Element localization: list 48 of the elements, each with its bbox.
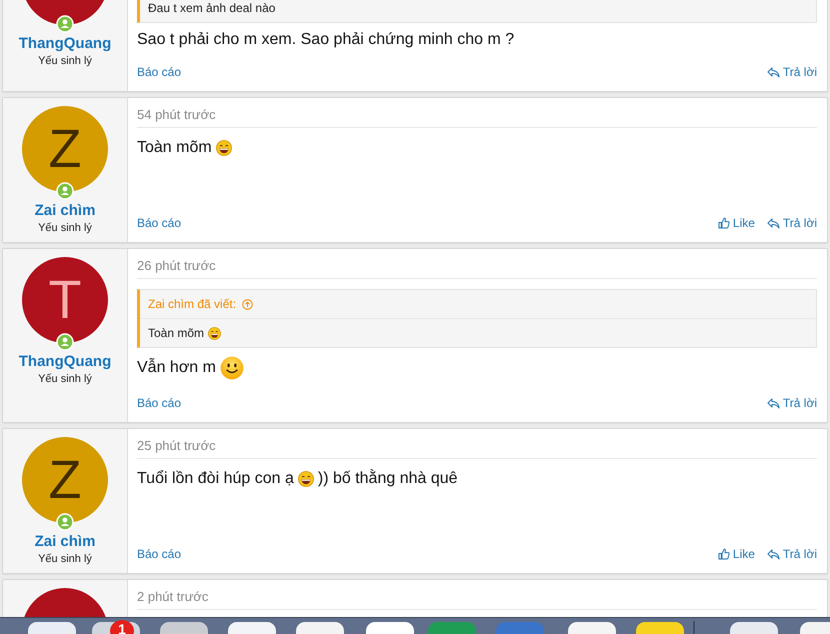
avatar-letter: Z: [48, 122, 82, 176]
post-date: 54 phút trước: [137, 107, 817, 128]
post-date: 26 phút trước: [137, 258, 817, 279]
username-link[interactable]: ThangQuang: [18, 353, 112, 370]
report-link[interactable]: Báo cáo: [137, 65, 182, 79]
avatar-letter: T: [48, 273, 82, 327]
online-status-icon: [56, 513, 74, 531]
online-status-icon: [56, 15, 74, 33]
laughing-emoji-icon: [216, 140, 232, 156]
reply-icon: [766, 398, 780, 408]
online-status-icon: [56, 333, 74, 351]
post-message: Vẫn hơn m: [137, 359, 216, 377]
thumbs-up-icon: [718, 217, 730, 229]
username-link[interactable]: ThangQuang: [18, 35, 112, 52]
laughing-emoji-icon: [208, 326, 222, 340]
user-title: Yếu sinh lý: [38, 55, 92, 67]
report-link[interactable]: Báo cáo: [137, 547, 182, 561]
like-link[interactable]: Like: [718, 547, 755, 561]
post-date: 2 phút trước: [137, 589, 817, 610]
quote-text: Đau t xem ảnh deal nào: [148, 1, 276, 15]
username-link[interactable]: Zai chìm: [34, 533, 96, 550]
user-title: Yếu sinh lý: [38, 553, 92, 565]
reply-icon: [766, 548, 780, 560]
reply-link[interactable]: Trả lời: [766, 216, 817, 230]
laughing-emoji-icon: [298, 471, 314, 487]
like-link[interactable]: Like: [718, 216, 755, 230]
username-link[interactable]: Zai chìm: [34, 202, 96, 219]
thumbs-up-icon: [718, 548, 730, 560]
user-title: Yếu sinh lý: [38, 222, 92, 234]
reply-icon: [766, 66, 780, 78]
post-message: Toàn mõm: [137, 139, 212, 157]
arrow-up-circle-icon[interactable]: [242, 298, 254, 310]
user-title: Yếu sinh lý: [38, 373, 92, 385]
reply-link[interactable]: Trả lời: [766, 65, 817, 79]
report-link[interactable]: Báo cáo: [137, 216, 182, 230]
post-message: Sao t phải cho m xem. Sao phải chứng minh cho m ?: [137, 31, 514, 49]
notification-badge: 1: [110, 620, 134, 634]
post-message: Tuổi lồn đòi húp con ạ: [137, 470, 294, 488]
quote-text: Toàn mõm: [148, 326, 204, 340]
post-message: )) bố thằng nhà quê: [318, 470, 458, 488]
smiley-emoji-icon: [220, 356, 244, 380]
reply-link[interactable]: Trả lời: [766, 547, 817, 561]
post-date: 25 phút trước: [137, 438, 817, 459]
reply-icon: [766, 218, 780, 228]
reply-link[interactable]: Trả lời: [766, 396, 817, 410]
online-status-icon: [56, 182, 74, 200]
avatar-letter: Z: [48, 453, 82, 507]
report-link[interactable]: Báo cáo: [137, 396, 182, 410]
